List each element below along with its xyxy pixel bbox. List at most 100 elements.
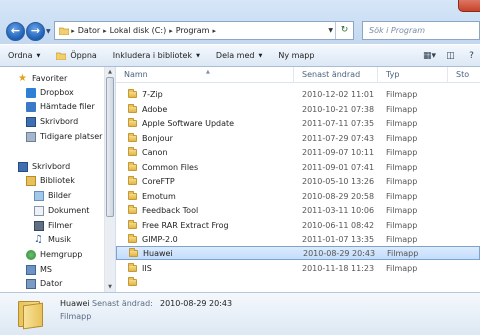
table-row[interactable]: Canon 2011-09-07 10:11 Filmapp <box>116 145 480 159</box>
open-folder-icon <box>56 51 67 60</box>
nav-downloads[interactable]: Hämtade filer <box>26 100 95 113</box>
file-date: 2010-06-11 08:42 <box>302 220 375 230</box>
file-list: ▲ Namn Senast ändrad Typ Sto 7-Zip 2010-… <box>116 67 480 292</box>
table-row[interactable]: 7-Zip 2010-12-02 11:01 Filmapp <box>116 87 480 101</box>
folder-icon <box>128 204 137 214</box>
nav-documents[interactable]: Dokument <box>34 204 89 217</box>
history-dropdown-icon[interactable]: ▼ <box>46 29 52 35</box>
nav-label: Musik <box>48 235 71 244</box>
folder-icon <box>128 161 137 171</box>
table-row[interactable]: GIMP-2.0 2011-01-07 13:35 Filmapp <box>116 232 480 246</box>
table-row[interactable]: Bonjour 2011-07-29 07:43 Filmapp <box>116 131 480 145</box>
file-type: Filmapp <box>386 147 418 157</box>
table-row[interactable]: CoreFTP 2010-05-10 13:26 Filmapp <box>116 174 480 188</box>
file-name: Free RAR Extract Frog <box>142 220 229 230</box>
table-row[interactable]: Adobe 2010-10-21 07:38 Filmapp <box>116 102 480 116</box>
table-row[interactable]: IIS 2010-11-18 11:23 Filmapp <box>116 261 480 275</box>
view-controls: ▦▾ ◫ ? <box>417 48 480 64</box>
file-date: 2011-09-07 10:11 <box>302 147 375 157</box>
column-label: Senast ändrad <box>302 70 361 79</box>
file-name: Apple Software Update <box>142 118 235 128</box>
nav-label: Favoriter <box>32 74 68 83</box>
file-date: 2010-11-18 11:23 <box>302 263 375 273</box>
desktop-icon <box>26 116 36 127</box>
file-name: Adobe <box>142 104 168 114</box>
navigation-pane: ★ Favoriter Dropbox Hämtade filer Skrivb… <box>0 67 115 292</box>
table-row[interactable]: Free RAR Extract Frog 2010-06-11 08:42 F… <box>116 218 480 232</box>
folder-icon <box>128 175 137 185</box>
file-type: Filmapp <box>386 234 418 244</box>
include-label: Inkludera i bibliotek <box>112 51 193 60</box>
organize-button[interactable]: Ordna ▼ <box>0 51 48 60</box>
file-name: Common Files <box>142 162 199 172</box>
share-with-button[interactable]: Dela med ▼ <box>208 51 270 60</box>
file-type: Filmapp <box>386 263 418 273</box>
scroll-up-icon[interactable]: ▲ <box>105 67 115 77</box>
homegroup-icon <box>26 249 36 260</box>
nav-pictures[interactable]: Bilder <box>34 189 71 202</box>
table-row[interactable]: Emotum 2010-08-29 20:58 Filmapp <box>116 189 480 203</box>
command-bar: Ordna ▼ Öppna Inkludera i bibliotek ▼ De… <box>0 44 480 67</box>
file-type: Filmapp <box>386 162 418 172</box>
close-window-button[interactable] <box>458 0 480 12</box>
table-row[interactable]: Common Files 2011-09-01 07:41 Filmapp <box>116 160 480 174</box>
file-date: 2011-07-11 07:35 <box>302 118 375 128</box>
breadcrumb-local-disk[interactable]: Lokal disk (C:) <box>107 26 170 35</box>
scrollbar-thumb[interactable] <box>106 77 114 217</box>
address-dropdown-icon[interactable]: ▼ <box>328 27 333 34</box>
file-name: CoreFTP <box>142 176 175 186</box>
nav-label: Hämtade filer <box>40 102 95 111</box>
table-row-selected[interactable]: Huawei 2010-08-29 20:43 Filmapp <box>116 246 480 260</box>
include-in-library-button[interactable]: Inkludera i bibliotek ▼ <box>105 51 208 60</box>
nav-favorites[interactable]: ★ Favoriter <box>18 72 67 85</box>
recent-places-icon <box>26 131 36 142</box>
search-input[interactable]: Sök i Program <box>362 21 480 40</box>
nav-desktop[interactable]: Skrivbord <box>18 160 70 173</box>
column-header-size[interactable]: Sto <box>448 67 480 83</box>
file-name: GIMP-2.0 <box>142 234 178 244</box>
file-name: Emotum <box>142 191 176 201</box>
user-folder-icon <box>26 264 36 275</box>
nav-computer[interactable]: Dator <box>26 277 62 290</box>
address-bar[interactable]: ▸ Dator ▸ Lokal disk (C:) ▸ Program ▸ ▼ … <box>54 21 354 40</box>
view-options-icon[interactable]: ▦▾ <box>421 48 438 64</box>
column-header-date[interactable]: Senast ändrad <box>294 67 378 83</box>
refresh-icon[interactable]: ↻ <box>335 22 353 39</box>
preview-pane-icon[interactable]: ◫ <box>442 48 459 64</box>
folder-icon <box>128 88 137 98</box>
nav-music[interactable]: ♫ Musik <box>34 233 71 246</box>
nav-label: Bilder <box>48 191 72 200</box>
table-row[interactable] <box>116 275 480 289</box>
column-header-type[interactable]: Typ <box>378 67 448 83</box>
chevron-down-icon: ▼ <box>36 52 41 59</box>
nav-ms[interactable]: MS <box>26 263 52 276</box>
column-header-name[interactable]: ▲ Namn <box>116 67 294 83</box>
nav-homegroup[interactable]: Hemgrupp <box>26 248 82 261</box>
nav-libraries[interactable]: Bibliotek <box>26 174 75 187</box>
folder-icon <box>128 233 137 243</box>
new-folder-button[interactable]: Ny mapp <box>270 51 322 60</box>
breadcrumb-separator-icon[interactable]: ▸ <box>212 27 216 35</box>
nav-scrollbar[interactable]: ▲ ▼ <box>104 67 115 292</box>
table-row[interactable]: Feedback Tool 2011-03-11 10:06 Filmapp <box>116 203 480 217</box>
breadcrumb-program[interactable]: Program <box>173 26 213 35</box>
open-button[interactable]: Öppna <box>48 51 104 60</box>
scroll-down-icon[interactable]: ▼ <box>105 282 115 292</box>
nav-recent-places[interactable]: Tidigare platser <box>26 130 102 143</box>
details-modified-label: Senast ändrad: <box>92 299 153 308</box>
chevron-down-icon: ▼ <box>258 52 263 59</box>
nav-videos[interactable]: Filmer <box>34 219 72 232</box>
folder-icon <box>18 298 46 330</box>
back-arrow-icon[interactable]: ← <box>6 22 25 41</box>
details-pane: Huawei Senast ändrad: 2010-08-29 20:43 F… <box>0 292 480 335</box>
help-icon[interactable]: ? <box>463 48 480 64</box>
table-row[interactable]: Apple Software Update 2011-07-11 07:35 F… <box>116 116 480 130</box>
breadcrumb-computer[interactable]: Dator <box>75 26 103 35</box>
music-icon: ♫ <box>34 233 43 245</box>
file-type: Filmapp <box>387 248 419 258</box>
file-name: Feedback Tool <box>142 205 199 215</box>
file-name: Bonjour <box>142 133 173 143</box>
nav-dropbox[interactable]: Dropbox <box>26 86 74 99</box>
forward-arrow-icon[interactable]: → <box>26 22 45 41</box>
nav-desktop-favorite[interactable]: Skrivbord <box>26 115 78 128</box>
